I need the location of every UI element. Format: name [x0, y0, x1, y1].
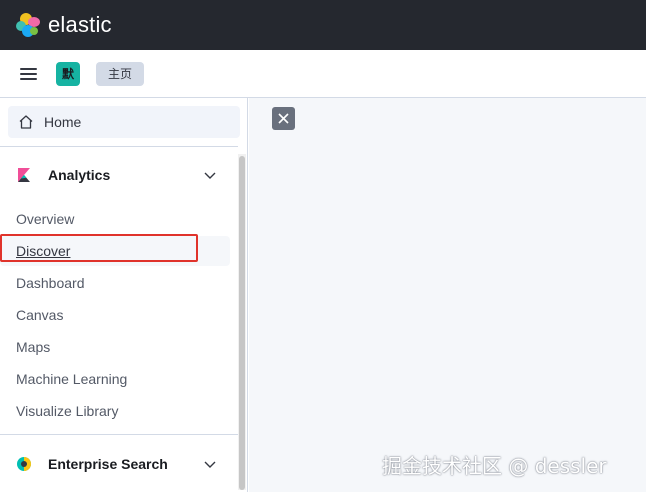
- elastic-logo-icon[interactable]: [16, 13, 40, 37]
- nav-group-analytics[interactable]: Analytics: [0, 155, 238, 195]
- divider: [0, 146, 238, 147]
- hamburger-icon: [19, 67, 37, 80]
- nav-group-title: Enterprise Search: [48, 456, 168, 472]
- chevron-down-icon[interactable]: [202, 167, 218, 183]
- watermark-text: 掘金技术社区 @ dessler: [382, 454, 607, 478]
- home-icon: [19, 115, 33, 129]
- nav-item-visualize-library[interactable]: Visualize Library: [16, 401, 118, 421]
- nav-group-title: Analytics: [48, 167, 111, 183]
- brand-name[interactable]: elastic: [48, 12, 112, 38]
- sub-header: 默 主页: [0, 50, 646, 98]
- close-icon: [278, 113, 289, 124]
- divider: [0, 434, 238, 435]
- close-button[interactable]: [272, 107, 295, 130]
- nav-home[interactable]: Home: [8, 106, 240, 138]
- scrollbar-thumb[interactable]: [239, 156, 245, 490]
- highlight-annotation: [0, 234, 198, 262]
- menu-toggle-button[interactable]: [0, 50, 56, 98]
- side-nav: Home Analytics Overview Discover Dashboa…: [0, 98, 248, 492]
- top-bar: elastic: [0, 0, 646, 50]
- enterprise-search-icon: [17, 457, 31, 471]
- kibana-icon: [18, 168, 30, 182]
- nav-item-overview[interactable]: Overview: [16, 209, 74, 229]
- nav-item-maps[interactable]: Maps: [16, 337, 50, 357]
- nav-item-machine-learning[interactable]: Machine Learning: [16, 369, 127, 389]
- chevron-down-icon[interactable]: [202, 456, 218, 472]
- nav-item-canvas[interactable]: Canvas: [16, 305, 63, 325]
- breadcrumb[interactable]: 主页: [96, 61, 145, 86]
- nav-home-label: Home: [44, 114, 82, 130]
- space-avatar[interactable]: 默: [56, 61, 80, 86]
- nav-item-dashboard[interactable]: Dashboard: [16, 273, 85, 293]
- main-content: 掘金技术社区 @ dessler: [249, 98, 646, 492]
- nav-group-enterprise-search[interactable]: Enterprise Search: [0, 444, 238, 484]
